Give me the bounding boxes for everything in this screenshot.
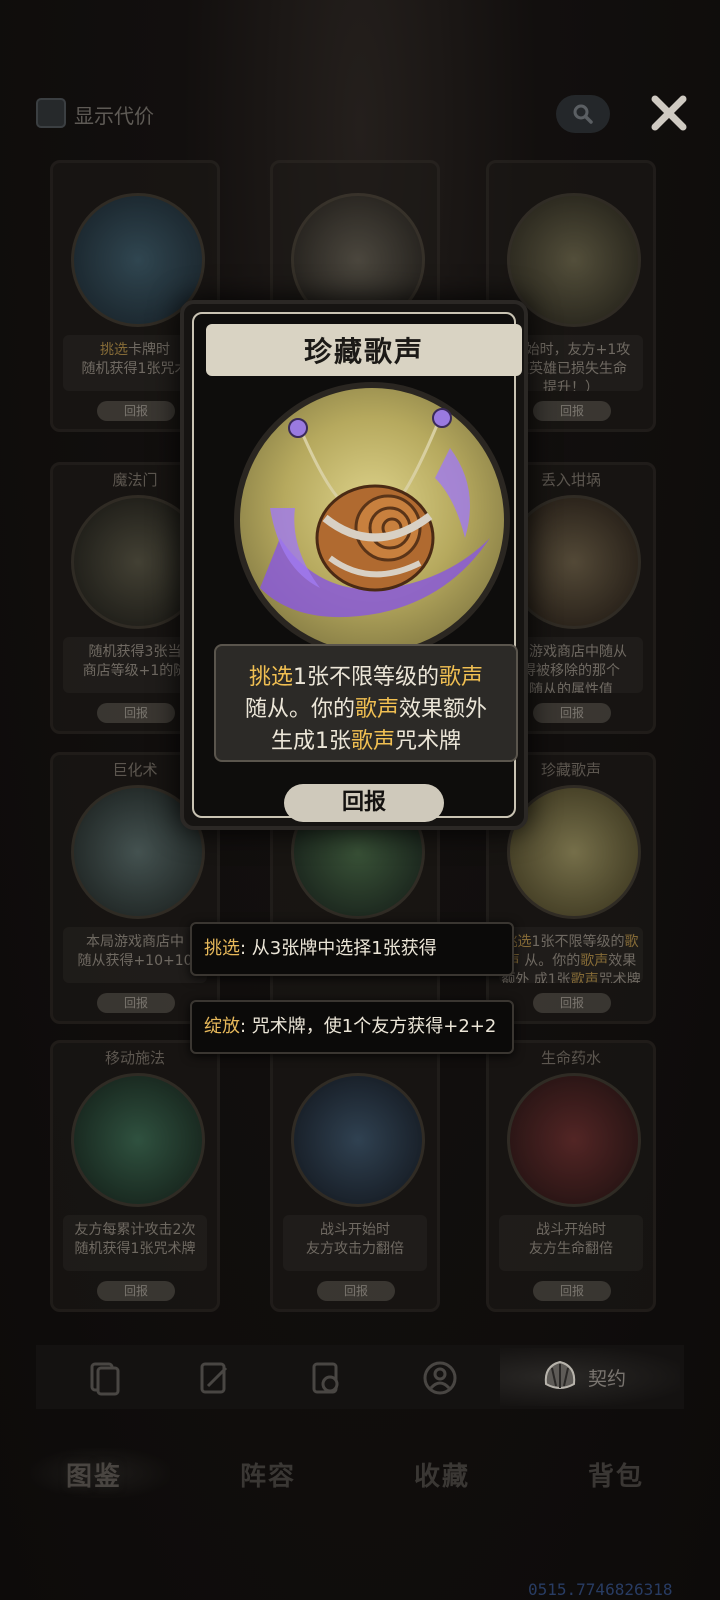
hero-portrait-icon[interactable] — [420, 1358, 460, 1398]
contract-shell-icon[interactable] — [540, 1356, 580, 1396]
card-description: 友方每累计攻击2次 随机获得1张咒术牌 — [63, 1215, 207, 1271]
version-watermark: 0515.7746826318 — [528, 1580, 673, 1599]
search-icon — [573, 104, 593, 124]
featured-card-art — [234, 382, 510, 658]
card-reward-button[interactable]: 回报 — [97, 1281, 175, 1301]
tooltip-text: : 咒术牌，使1个友方获得+2+2 — [240, 1016, 497, 1037]
tooltip-keyword: 挑选 — [204, 938, 240, 959]
card-art — [507, 1073, 641, 1207]
card-reward-button[interactable]: 回报 — [97, 703, 175, 723]
main-tab-collection[interactable]: 收藏 — [414, 1456, 470, 1493]
featured-card-title-banner: 珍藏歌声 — [206, 324, 522, 376]
card-reward-button[interactable]: 回报 — [533, 703, 611, 723]
show-cost-label: 显示代价 — [74, 104, 154, 128]
grid-card-9[interactable]: 战斗开始时 友方攻击力翻倍 回报 — [270, 1040, 440, 1312]
card-description: 战斗开始时 友方生命翻倍 — [499, 1215, 643, 1271]
card-reward-button[interactable]: 回报 — [317, 1281, 395, 1301]
search-button[interactable] — [556, 95, 610, 133]
close-button[interactable] — [646, 90, 692, 136]
card-reward-button[interactable]: 回报 — [97, 401, 175, 421]
card-reward-button[interactable]: 回报 — [533, 993, 611, 1013]
card-art — [507, 193, 641, 327]
featured-card-description-box: 挑选1张不限等级的歌声 随从。你的歌声效果额外 生成1张歌声咒术牌 — [214, 644, 518, 762]
card-art — [291, 1073, 425, 1207]
spell-card-icon[interactable] — [306, 1358, 346, 1398]
card-description: 战斗开始时 友方攻击力翻倍 — [283, 1215, 427, 1271]
featured-card-reward-button[interactable]: 回报 — [284, 784, 444, 822]
show-cost-checkbox[interactable] — [36, 98, 66, 128]
card-reward-button[interactable]: 回报 — [533, 401, 611, 421]
shell-necklace-icon — [260, 408, 490, 618]
featured-card: 珍藏歌声 挑选1张不限等级的歌声 随从。你的歌声效果额外 生成1张歌声咒术牌 回… — [180, 300, 528, 830]
card-deck-icon[interactable] — [84, 1358, 124, 1398]
main-tab-codex[interactable]: 图鉴 — [66, 1456, 122, 1493]
close-icon — [651, 95, 687, 131]
card-reward-button[interactable]: 回报 — [97, 993, 175, 1013]
card-description: 挑选1张不限等级的歌声 从。你的歌声效果额外 成1张歌声咒术牌 — [499, 927, 643, 983]
main-tab-backpack[interactable]: 背包 — [588, 1456, 644, 1493]
tooltip-text: : 从3张牌中选择1张获得 — [240, 938, 437, 959]
card-art — [71, 1073, 205, 1207]
grid-card-8[interactable]: 移动施法 友方每累计攻击2次 随机获得1张咒术牌 回报 — [50, 1040, 220, 1312]
keyword-tooltip-pick: 挑选: 从3张牌中选择1张获得 — [190, 922, 514, 976]
quill-card-icon[interactable] — [194, 1358, 234, 1398]
main-tab-lineup[interactable]: 阵容 — [240, 1456, 296, 1493]
card-description: 本局游戏商店中 随从获得+10+10 — [63, 927, 207, 983]
featured-card-title: 珍藏歌声 — [303, 335, 424, 368]
featured-card-frame: 珍藏歌声 挑选1张不限等级的歌声 随从。你的歌声效果额外 生成1张歌声咒术牌 回… — [192, 312, 522, 822]
card-reward-button[interactable]: 回报 — [533, 1281, 611, 1301]
keyword-tooltip-bloom: 绽放: 咒术牌，使1个友方获得+2+2 — [190, 1000, 514, 1054]
tooltip-keyword: 绽放 — [204, 1016, 240, 1037]
grid-card-10[interactable]: 生命药水 战斗开始时 友方生命翻倍 回报 — [486, 1040, 656, 1312]
sub-tab-contract-label[interactable]: 契约 — [588, 1364, 626, 1391]
featured-card-description: 挑选1张不限等级的歌声 随从。你的歌声效果额外 生成1张歌声咒术牌 — [244, 665, 488, 754]
